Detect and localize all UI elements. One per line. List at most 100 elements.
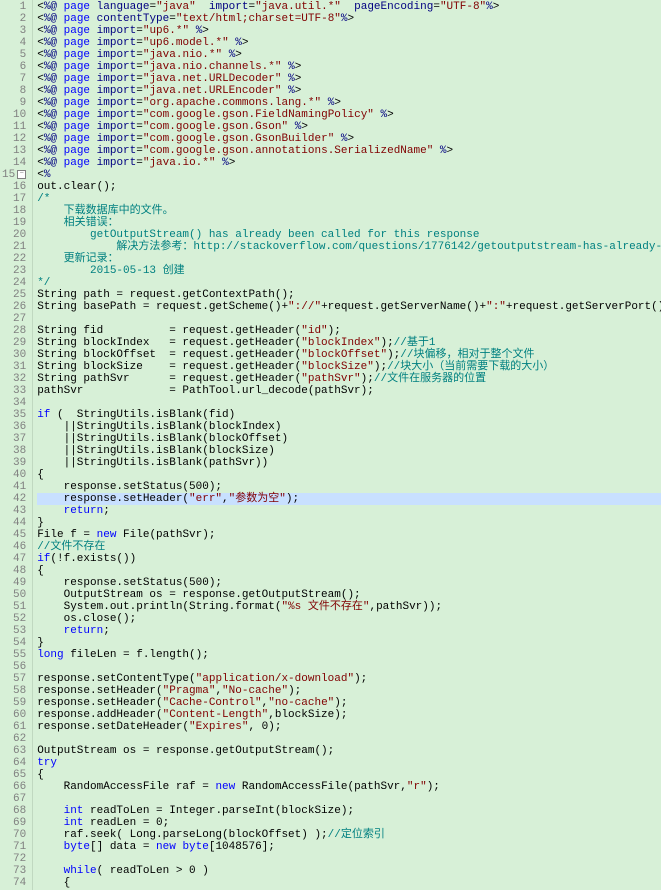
- line-number: 39: [2, 457, 26, 469]
- code-line[interactable]: System.out.println(String.format("%s 文件不…: [37, 601, 661, 613]
- line-number: 8: [2, 85, 26, 97]
- line-number: 38: [2, 445, 26, 457]
- line-number: 46: [2, 541, 26, 553]
- code-line[interactable]: String pathSvr = request.getHeader("path…: [37, 373, 661, 385]
- line-number: 47: [2, 553, 26, 565]
- code-line[interactable]: <%@ page import="com.google.gson.FieldNa…: [37, 109, 661, 121]
- code-line[interactable]: RandomAccessFile raf = new RandomAccessF…: [37, 781, 661, 793]
- code-line[interactable]: [37, 661, 661, 673]
- code-line[interactable]: 更新记录：: [37, 253, 661, 265]
- code-line[interactable]: while( readToLen > 0 ): [37, 865, 661, 877]
- code-line[interactable]: {: [37, 565, 661, 577]
- code-line[interactable]: if(!f.exists()): [37, 553, 661, 565]
- code-line[interactable]: String blockOffset = request.getHeader("…: [37, 349, 661, 361]
- code-line[interactable]: String blockSize = request.getHeader("bl…: [37, 361, 661, 373]
- line-number: 72: [2, 853, 26, 865]
- line-number: 51: [2, 601, 26, 613]
- code-area[interactable]: <%@ page language="java" import="java.ut…: [33, 0, 661, 890]
- code-line[interactable]: [37, 793, 661, 805]
- line-number: 37: [2, 433, 26, 445]
- line-number: 26: [2, 301, 26, 313]
- code-line[interactable]: response.setHeader("err","参数为空");: [37, 493, 661, 505]
- code-line[interactable]: File f = new File(pathSvr);: [37, 529, 661, 541]
- line-number: 71: [2, 841, 26, 853]
- code-line[interactable]: response.setHeader("Cache-Control","no-c…: [37, 697, 661, 709]
- code-line[interactable]: ||StringUtils.isBlank(blockIndex): [37, 421, 661, 433]
- line-number: 41: [2, 481, 26, 493]
- code-line[interactable]: int readToLen = Integer.parseInt(blockSi…: [37, 805, 661, 817]
- line-number: 63: [2, 745, 26, 757]
- code-line[interactable]: String basePath = request.getScheme()+":…: [37, 301, 661, 313]
- fold-icon[interactable]: −: [17, 170, 26, 179]
- code-line[interactable]: ||StringUtils.isBlank(blockSize): [37, 445, 661, 457]
- code-line[interactable]: <%@ page import="java.net.URLDecoder" %>: [37, 73, 661, 85]
- code-line[interactable]: /*: [37, 193, 661, 205]
- code-line[interactable]: }: [37, 517, 661, 529]
- code-line[interactable]: <%@ page import="up6.*" %>: [37, 25, 661, 37]
- code-line[interactable]: 解决方法参考：http://stackoverflow.com/question…: [37, 241, 661, 253]
- code-line[interactable]: OutputStream os = response.getOutputStre…: [37, 589, 661, 601]
- code-editor[interactable]: 123456789101112131415−161718192021222324…: [0, 0, 661, 890]
- code-line[interactable]: <%@ page import="com.google.gson.Gson" %…: [37, 121, 661, 133]
- code-line[interactable]: return;: [37, 505, 661, 517]
- code-line[interactable]: response.setStatus(500);: [37, 481, 661, 493]
- code-line[interactable]: <%@ page import="java.nio.*" %>: [37, 49, 661, 61]
- code-line[interactable]: String path = request.getContextPath();: [37, 289, 661, 301]
- code-line[interactable]: //文件不存在: [37, 541, 661, 553]
- code-line[interactable]: out.clear();: [37, 181, 661, 193]
- code-line[interactable]: <%: [37, 169, 661, 181]
- line-number: 21: [2, 241, 26, 253]
- code-line[interactable]: [37, 853, 661, 865]
- line-number: 10: [2, 109, 26, 121]
- line-number: 32: [2, 373, 26, 385]
- code-line[interactable]: <%@ page import="java.net.URLEncoder" %>: [37, 85, 661, 97]
- code-line[interactable]: byte[] data = new byte[1048576];: [37, 841, 661, 853]
- code-line[interactable]: <%@ page import="up6.model.*" %>: [37, 37, 661, 49]
- code-line[interactable]: 2015-05-13 创建: [37, 265, 661, 277]
- code-line[interactable]: <%@ page import="com.google.gson.GsonBui…: [37, 133, 661, 145]
- code-line[interactable]: pathSvr = PathTool.url_decode(pathSvr);: [37, 385, 661, 397]
- code-line[interactable]: os.close();: [37, 613, 661, 625]
- code-line[interactable]: {: [37, 877, 661, 889]
- code-line[interactable]: response.addHeader("Content-Length",bloc…: [37, 709, 661, 721]
- code-line[interactable]: ||StringUtils.isBlank(blockOffset): [37, 433, 661, 445]
- code-line[interactable]: <%@ page contentType="text/html;charset=…: [37, 13, 661, 25]
- code-line[interactable]: response.setStatus(500);: [37, 577, 661, 589]
- code-line[interactable]: 相关错误：: [37, 217, 661, 229]
- code-line[interactable]: getOutputStream() has already been calle…: [37, 229, 661, 241]
- code-line[interactable]: {: [37, 469, 661, 481]
- code-line[interactable]: return;: [37, 625, 661, 637]
- code-line[interactable]: if ( StringUtils.isBlank(fid): [37, 409, 661, 421]
- code-line[interactable]: {: [37, 769, 661, 781]
- code-line[interactable]: [37, 313, 661, 325]
- code-line[interactable]: */: [37, 277, 661, 289]
- line-number: 74: [2, 877, 26, 889]
- code-line[interactable]: }: [37, 637, 661, 649]
- line-number: 68: [2, 805, 26, 817]
- code-line[interactable]: response.setHeader("Pragma","No-cache");: [37, 685, 661, 697]
- code-line[interactable]: <%@ page import="org.apache.commons.lang…: [37, 97, 661, 109]
- line-number: 40: [2, 469, 26, 481]
- code-line[interactable]: <%@ page import="java.io.*" %>: [37, 157, 661, 169]
- code-line[interactable]: raf.seek( Long.parseLong(blockOffset) );…: [37, 829, 661, 841]
- line-number: 11: [2, 121, 26, 133]
- code-line[interactable]: [37, 397, 661, 409]
- code-line[interactable]: response.setContentType("application/x-d…: [37, 673, 661, 685]
- line-number: 7: [2, 73, 26, 85]
- code-line[interactable]: <%@ page language="java" import="java.ut…: [37, 1, 661, 13]
- line-number: 33: [2, 385, 26, 397]
- code-line[interactable]: 下载数据库中的文件。: [37, 205, 661, 217]
- code-line[interactable]: <%@ page import="java.nio.channels.*" %>: [37, 61, 661, 73]
- line-number: 64: [2, 757, 26, 769]
- code-line[interactable]: [37, 733, 661, 745]
- code-line[interactable]: String fid = request.getHeader("id");: [37, 325, 661, 337]
- line-number: 35: [2, 409, 26, 421]
- code-line[interactable]: int readLen = 0;: [37, 817, 661, 829]
- code-line[interactable]: response.setDateHeader("Expires", 0);: [37, 721, 661, 733]
- code-line[interactable]: long fileLen = f.length();: [37, 649, 661, 661]
- code-line[interactable]: <%@ page import="com.google.gson.annotat…: [37, 145, 661, 157]
- code-line[interactable]: OutputStream os = response.getOutputStre…: [37, 745, 661, 757]
- code-line[interactable]: String blockIndex = request.getHeader("b…: [37, 337, 661, 349]
- code-line[interactable]: ||StringUtils.isBlank(pathSvr)): [37, 457, 661, 469]
- code-line[interactable]: try: [37, 757, 661, 769]
